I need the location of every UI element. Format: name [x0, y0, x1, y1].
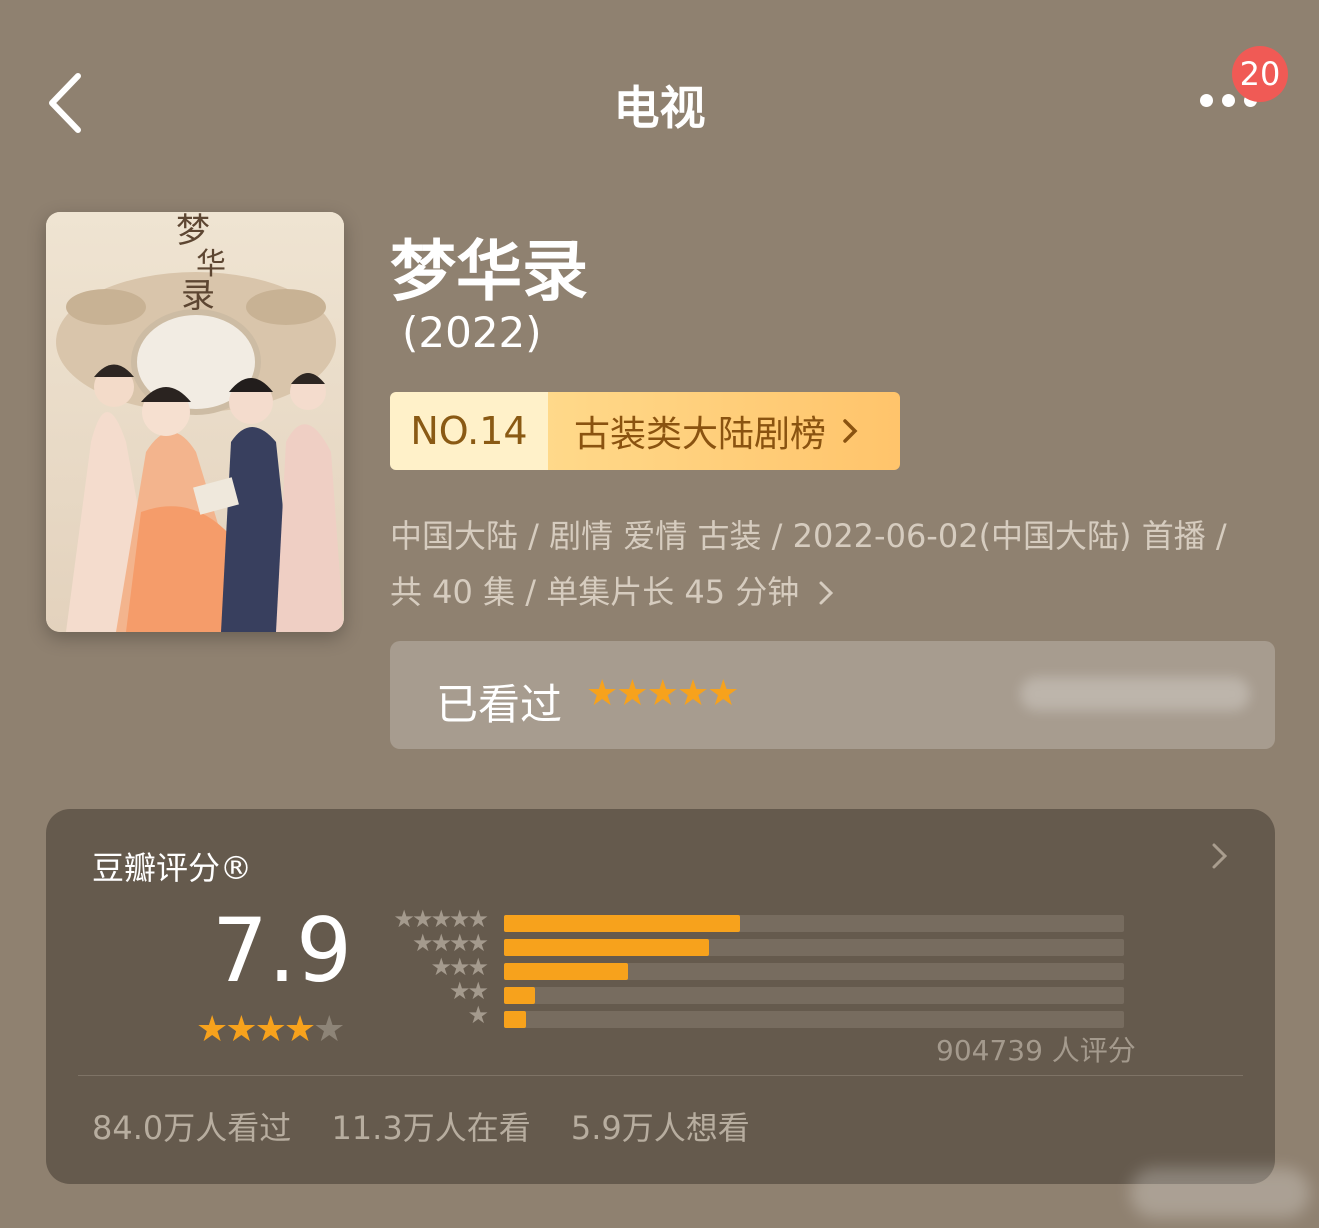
distribution-row: ★: [376, 1001, 1126, 1031]
show-year: (2022): [402, 308, 542, 357]
star-icon: ★: [225, 1009, 257, 1050]
distribution-track: [504, 939, 1124, 956]
my-rating-stars: ★★★★★: [586, 673, 739, 714]
navigation-bar: 电视 20: [0, 0, 1319, 200]
metadata-more-link[interactable]: 共 40 集 / 单集片长 45 分钟: [390, 564, 1270, 620]
divider: [78, 1075, 1243, 1076]
distribution-row: ★★★★: [376, 929, 1126, 959]
distribution-bar: [504, 987, 535, 1004]
rank-number: NO.14: [390, 392, 548, 470]
chevron-right-icon: [819, 581, 834, 605]
score-stars: ★★★★★: [196, 1009, 345, 1050]
poster-title-calligraphy: 梦: [176, 212, 210, 251]
distribution-track: [504, 987, 1124, 1004]
distribution-row: ★★: [376, 977, 1126, 1007]
show-metadata: 中国大陆 / 剧情 爱情 古装 / 2022-06-02(中国大陆) 首播 / …: [390, 508, 1270, 620]
star-icon: ★: [676, 673, 709, 714]
distribution-bar: [504, 939, 709, 956]
ranking-badge[interactable]: NO.14 古装类大陆剧榜: [390, 392, 900, 470]
distribution-row: ★★★★★: [376, 905, 1126, 935]
distribution-track: [504, 915, 1124, 932]
star-icon: ★: [313, 1009, 345, 1050]
poster-title-calligraphy-3: 录: [181, 276, 215, 316]
star-icon: ★: [283, 1009, 316, 1050]
metadata-line-2: 共 40 集 / 单集片长 45 分钟: [390, 573, 800, 611]
poster-artwork: 梦 华 录: [46, 212, 344, 632]
distribution-row: ★★★: [376, 953, 1126, 983]
watching-count: 11.3万人在看: [331, 1109, 531, 1147]
star-icon: ★: [254, 1009, 287, 1050]
blurred-watermark: [1130, 1168, 1310, 1218]
watched-count: 84.0万人看过: [92, 1109, 292, 1147]
star-icon: ★: [616, 673, 648, 714]
star-icon: ★: [646, 673, 679, 714]
notification-badge: 20: [1232, 46, 1288, 102]
distribution-track: [504, 1011, 1124, 1028]
distribution-bar: [504, 915, 740, 932]
show-title: 梦华录: [390, 233, 588, 310]
distribution-bar: [504, 963, 628, 980]
distribution-bar: [504, 1011, 526, 1028]
blurred-content: [1020, 677, 1250, 711]
distribution-track: [504, 963, 1124, 980]
chevron-right-icon: [843, 419, 858, 443]
star-icon: ★: [586, 673, 618, 714]
rank-list-name: 古装类大陆剧榜: [574, 414, 827, 455]
poster-image[interactable]: 梦 华 录: [46, 212, 344, 632]
want-count: 5.9万人想看: [570, 1109, 750, 1147]
douban-score: 7.9: [212, 899, 352, 1002]
douban-rating-card[interactable]: 豆瓣评分® 7.9 ★★★★★ ★★★★★ ★★★★ ★★★ ★★ ★ 904739 人…: [46, 809, 1275, 1184]
distribution-stars: ★: [467, 1001, 488, 1029]
star-icon: ★: [196, 1009, 228, 1050]
more-dot-icon: [1222, 94, 1235, 107]
more-dot-icon: [1200, 94, 1213, 107]
my-rating-panel[interactable]: 已看过 ★★★★★: [390, 641, 1275, 749]
page-title: 电视: [613, 81, 706, 135]
audience-stats: 84.0万人看过 11.3万人在看 5.9万人想看: [92, 1103, 780, 1149]
star-icon: ★: [707, 673, 739, 714]
rating-count: 904739 人评分: [936, 1034, 1136, 1067]
metadata-line-1: 中国大陆 / 剧情 爱情 古装 / 2022-06-02(中国大陆) 首播 /: [390, 517, 1227, 555]
watch-status: 已看过: [436, 680, 563, 729]
douban-rating-label: 豆瓣评分®: [92, 849, 253, 887]
chevron-right-icon[interactable]: [1210, 839, 1230, 882]
